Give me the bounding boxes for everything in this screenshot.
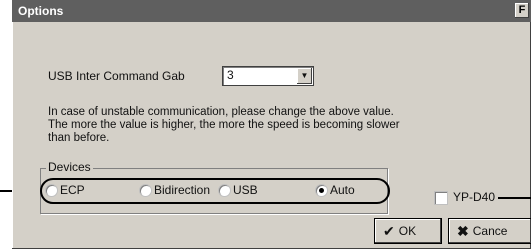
- title-bar-button[interactable]: F: [515, 3, 529, 18]
- info-line: In case of unstable communication, pleas…: [48, 106, 394, 118]
- usb-gap-label: USB Inter Command Gab: [48, 69, 185, 83]
- yp-d40-checkbox[interactable]: [435, 192, 447, 204]
- options-dialog: Options F USB Inter Command Gab 3 ▼ In c…: [12, 0, 531, 249]
- x-icon: ✖: [457, 222, 469, 239]
- yp-d40-label: YP-D40: [453, 190, 496, 204]
- chevron-down-icon[interactable]: ▼: [297, 68, 312, 84]
- ok-button[interactable]: ✔ OK: [375, 219, 441, 243]
- devices-group-label: Devices: [46, 160, 93, 174]
- usb-gap-value: 3: [227, 68, 234, 82]
- check-icon: ✔: [383, 222, 395, 239]
- cancel-button[interactable]: ✖ Cance: [449, 219, 531, 243]
- info-text: In case of unstable communication, pleas…: [48, 106, 400, 145]
- cancel-label: Cance: [472, 224, 508, 238]
- ok-label: OK: [398, 224, 417, 238]
- info-line: The more the value is higher, the more t…: [48, 119, 400, 131]
- usb-gap-select[interactable]: 3 ▼: [223, 67, 313, 85]
- info-line: than before.: [48, 132, 110, 144]
- title-bar: Options F: [12, 0, 531, 22]
- devices-highlight-outline: [40, 178, 390, 204]
- callout-line-right: [498, 197, 531, 199]
- window-title: Options: [18, 4, 64, 18]
